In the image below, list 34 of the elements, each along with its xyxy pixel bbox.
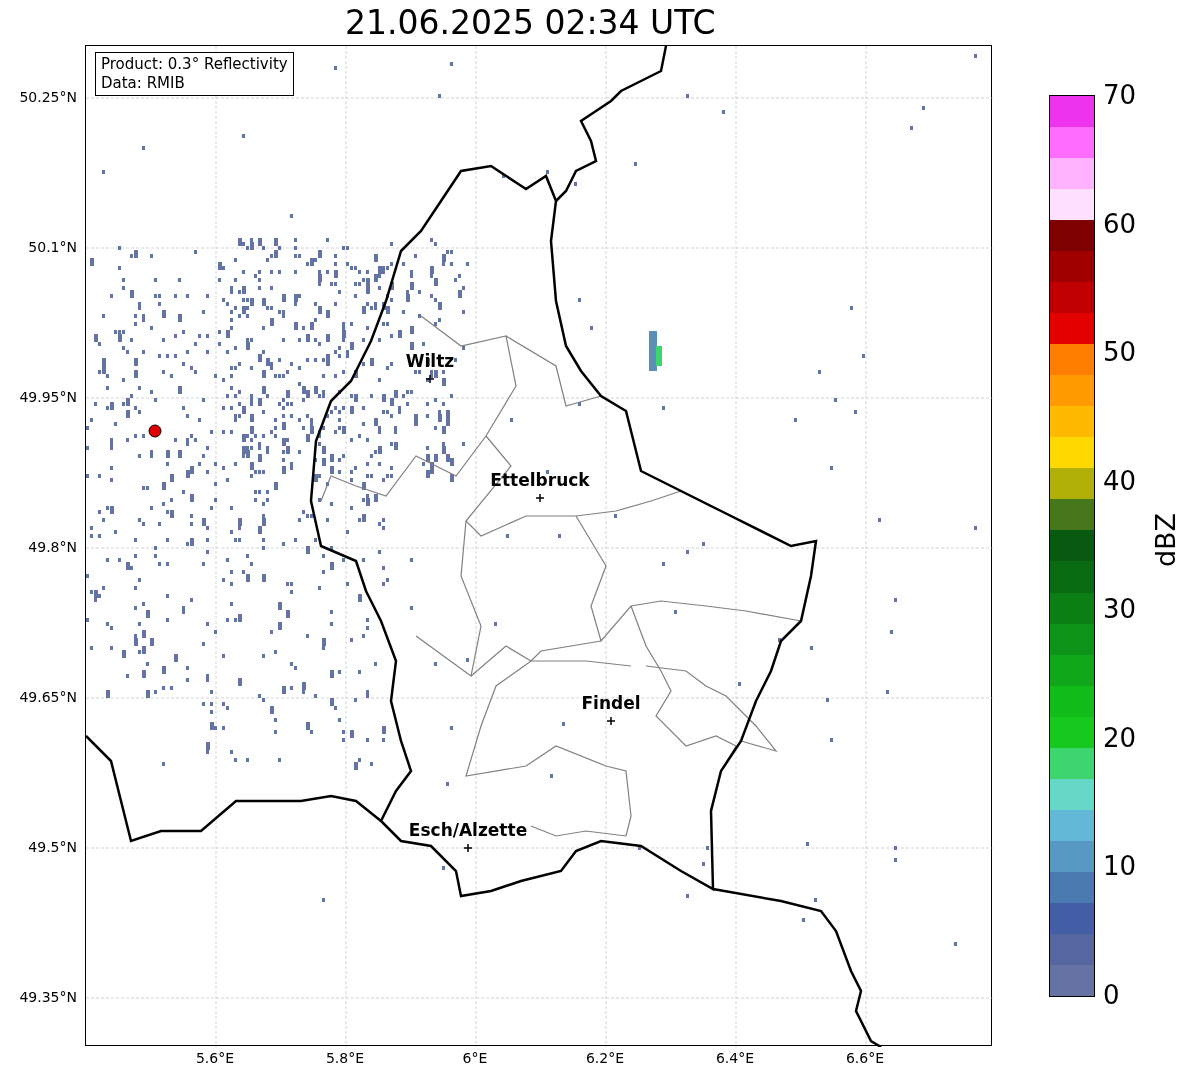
city-label: Esch/Alzette <box>408 820 528 840</box>
colorbar-tick-label: 10 <box>1103 852 1137 881</box>
map-title: 21.06.2025 02:34 UTC <box>344 2 717 44</box>
city-marker <box>425 374 435 384</box>
longitude-label: 6°E <box>462 1050 488 1066</box>
colorbar-axis-label: dBZ <box>1151 512 1182 568</box>
colorbar-tick-label: 60 <box>1103 209 1137 238</box>
city-marker <box>535 493 545 503</box>
city-label: Findel <box>581 693 641 713</box>
city-label: Wiltz <box>405 351 455 371</box>
longitude-label: 5.8°E <box>325 1050 365 1066</box>
city-marker <box>606 716 616 726</box>
longitude-label: 6.4°E <box>715 1050 755 1066</box>
latitude-label: 50.25°N <box>19 89 77 105</box>
longitude-label: 5.6°E <box>195 1050 235 1066</box>
colorbar-tick-label: 70 <box>1103 81 1137 109</box>
latitude-label: 49.65°N <box>19 689 77 705</box>
latitude-label: 49.95°N <box>19 389 77 405</box>
colorbar-tick-label: 30 <box>1103 595 1137 624</box>
colorbar-tick-label: 0 <box>1103 981 1120 1009</box>
colorbar-tick-label: 20 <box>1103 723 1137 752</box>
latitude-label: 49.5°N <box>28 839 77 855</box>
colorbar-tick-label: 40 <box>1103 466 1137 495</box>
longitude-label: 6.2°E <box>585 1050 625 1066</box>
longitude-label: 6.6°E <box>845 1050 885 1066</box>
latitude-label: 49.8°N <box>28 539 77 555</box>
radar-site-marker <box>148 424 162 438</box>
latitude-label: 50.1°N <box>28 239 77 255</box>
legend-text: Data: RMIB <box>101 74 186 93</box>
colorbar-tick-label: 50 <box>1103 338 1137 367</box>
legend-text: Product: 0.3° Reflectivity <box>101 55 288 74</box>
city-label: Ettelbruck <box>490 470 590 490</box>
city-marker <box>463 843 473 853</box>
latitude-label: 49.35°N <box>19 989 77 1005</box>
